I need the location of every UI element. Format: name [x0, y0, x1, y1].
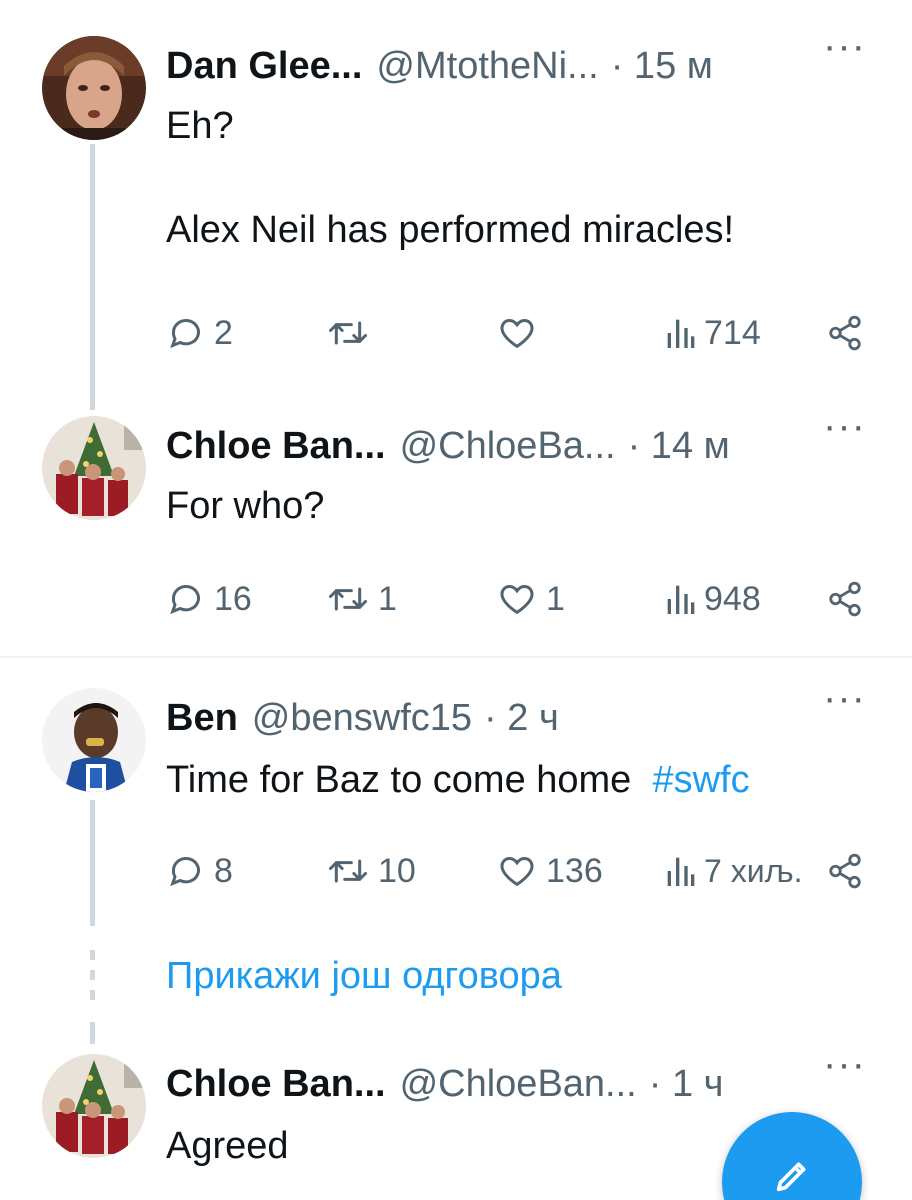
retweet-icon [326, 313, 370, 353]
reply-count: 2 [214, 313, 233, 352]
share-icon [826, 851, 864, 891]
views-count: 948 [704, 579, 761, 618]
thread-line [90, 800, 95, 926]
tweet-2[interactable]: Chloe Ban... @ChloeBa... · 14 м ··· For … [0, 406, 912, 656]
retweet-icon [326, 851, 370, 891]
views-icon [666, 579, 696, 619]
timestamp[interactable]: · 1 ч [649, 1054, 724, 1114]
tweet-text: For who? [166, 485, 325, 527]
author-name[interactable]: Ben [166, 688, 238, 748]
heart-icon [496, 851, 538, 891]
action-bar: 8 10 136 7 хиљ. [166, 846, 866, 896]
action-bar: 16 1 1 948 [166, 574, 866, 624]
views-button[interactable]: 714 [666, 308, 761, 358]
tweet-text-content: Time for Baz to come home [166, 759, 632, 801]
tweet-header: Dan Glee... @MtotheNi... · 15 м [166, 36, 713, 96]
tweet-1[interactable]: Dan Glee... @MtotheNi... · 15 м ··· Eh? … [0, 26, 912, 416]
tweet-header: Ben @benswfc15 · 2 ч [166, 688, 559, 748]
reply-button[interactable]: 16 [166, 574, 252, 624]
retweet-count: 10 [378, 851, 416, 890]
share-button[interactable] [826, 308, 864, 358]
heart-icon [496, 579, 538, 619]
thread-line [90, 1022, 95, 1044]
author-name[interactable]: Chloe Ban... [166, 416, 386, 476]
tweet-thread: Dan Glee... @MtotheNi... · 15 м ··· Eh? … [0, 0, 912, 1200]
reply-button[interactable]: 8 [166, 846, 233, 896]
retweet-button[interactable]: 1 [326, 574, 397, 624]
like-button[interactable]: 136 [496, 846, 603, 896]
reply-button[interactable]: 2 [166, 308, 233, 358]
avatar[interactable] [42, 36, 146, 140]
author-name[interactable]: Dan Glee... [166, 36, 362, 96]
retweet-icon [326, 579, 370, 619]
author-name[interactable]: Chloe Ban... [166, 1054, 386, 1114]
tweet-header: Chloe Ban... @ChloeBa... · 14 м [166, 416, 730, 476]
views-button[interactable]: 7 хиљ. [666, 846, 802, 896]
views-count: 7 хиљ. [704, 852, 803, 889]
avatar[interactable] [42, 688, 146, 792]
share-button[interactable] [826, 846, 864, 896]
author-handle[interactable]: @benswfc15 [252, 688, 472, 748]
reply-icon [166, 579, 206, 619]
like-button[interactable] [496, 308, 546, 358]
tweet-text: Time for Baz to come home #swfc [166, 754, 866, 806]
share-button[interactable] [826, 574, 864, 624]
author-handle[interactable]: @ChloeBa... [400, 416, 616, 476]
like-count: 1 [546, 579, 565, 618]
thread-line [90, 144, 95, 410]
share-icon [826, 579, 864, 619]
heart-icon [496, 313, 538, 353]
retweet-button[interactable] [326, 308, 378, 358]
reply-icon [166, 851, 206, 891]
avatar[interactable] [42, 1054, 146, 1158]
reply-count: 8 [214, 851, 233, 890]
divider [0, 656, 912, 658]
tweet-text: Eh? Alex Neil has performed miracles! [166, 105, 735, 251]
reply-icon [166, 313, 206, 353]
author-handle[interactable]: @ChloeBan... [400, 1054, 637, 1114]
action-bar: 2 714 [166, 308, 866, 358]
more-options-button[interactable]: ··· [823, 1044, 866, 1094]
more-options-button[interactable]: ··· [823, 26, 866, 76]
like-count: 136 [546, 851, 603, 890]
share-icon [826, 313, 864, 353]
avatar[interactable] [42, 416, 146, 520]
thread-dots [90, 950, 95, 1010]
views-button[interactable]: 948 [666, 574, 761, 624]
hashtag-link[interactable]: #swfc [652, 759, 749, 801]
tweet-3[interactable]: Ben @benswfc15 · 2 ч ··· Time for Baz to… [0, 678, 912, 948]
views-icon [666, 851, 696, 891]
reply-count: 16 [214, 579, 252, 618]
timestamp[interactable]: · 14 м [628, 416, 730, 476]
compose-icon [772, 1156, 812, 1200]
more-options-button[interactable]: ··· [823, 406, 866, 456]
timestamp[interactable]: · 2 ч [484, 688, 559, 748]
tweet-header: Chloe Ban... @ChloeBan... · 1 ч [166, 1054, 723, 1114]
retweet-button[interactable]: 10 [326, 846, 416, 896]
timestamp[interactable]: · 15 м [611, 36, 713, 96]
author-handle[interactable]: @MtotheNi... [376, 36, 598, 96]
more-options-button[interactable]: ··· [823, 678, 866, 728]
views-count: 714 [704, 313, 761, 352]
retweet-count: 1 [378, 579, 397, 618]
like-button[interactable]: 1 [496, 574, 565, 624]
views-icon [666, 313, 696, 353]
show-more-replies-link[interactable]: Прикажи још одговора [166, 950, 562, 1002]
